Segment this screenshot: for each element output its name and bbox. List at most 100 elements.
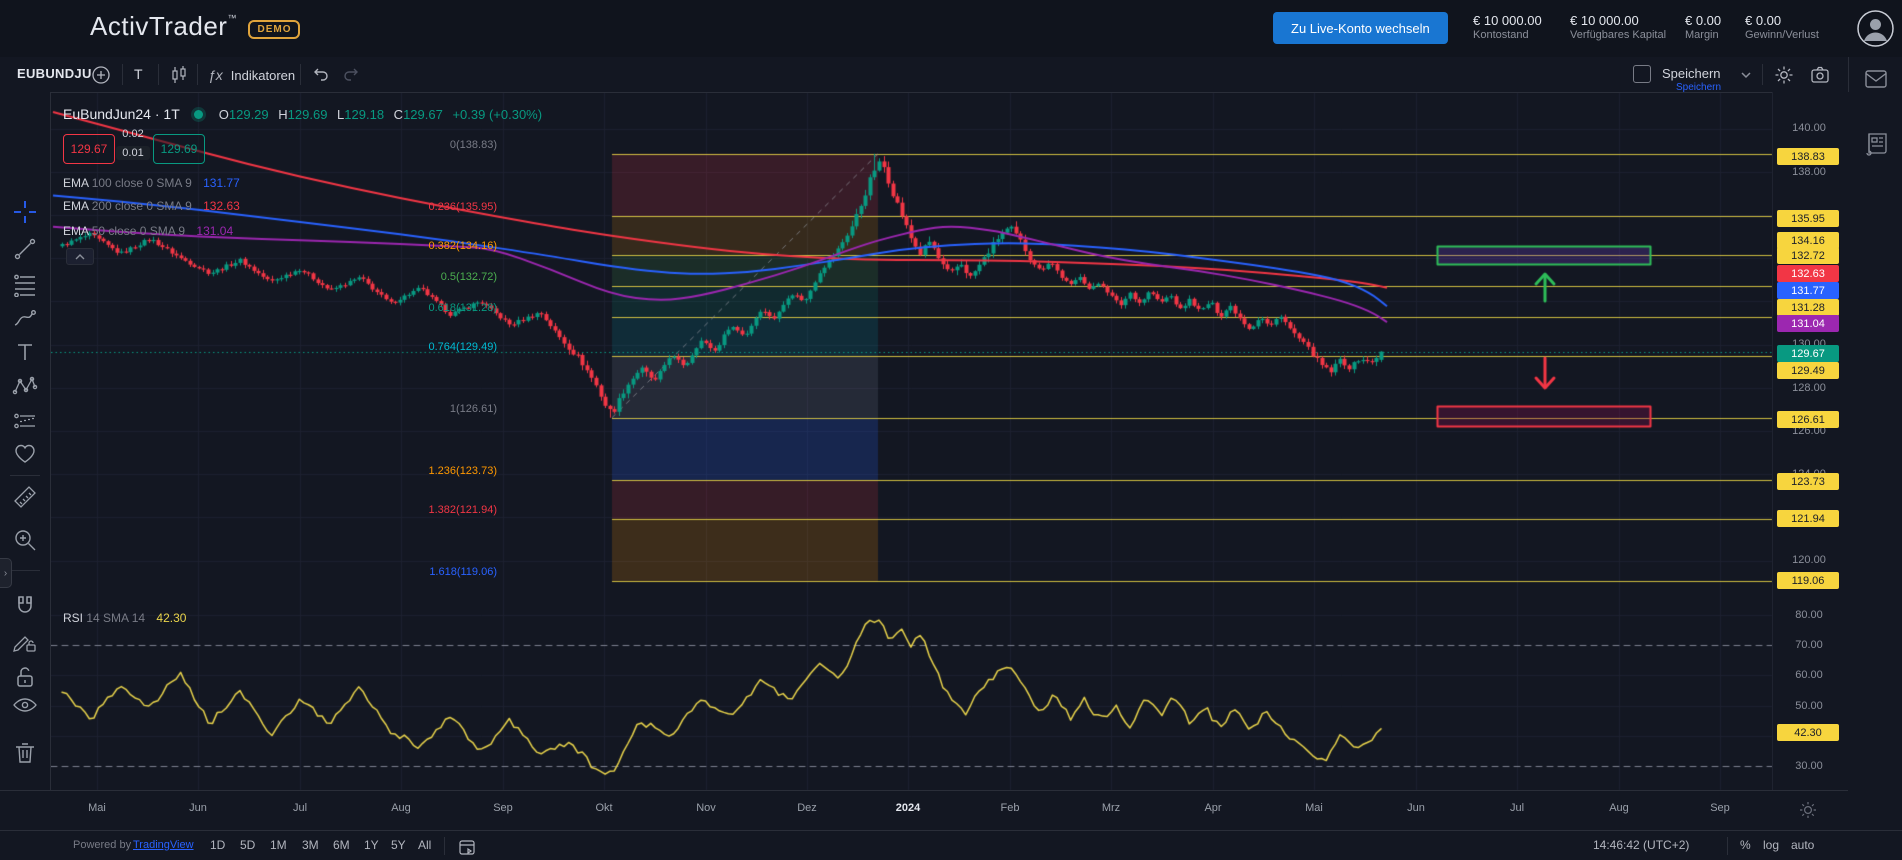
time-axis-label: Jul: [270, 802, 330, 814]
legend-collapse-button[interactable]: [66, 248, 94, 265]
stat-verfuegbares-kapital: € 10 000.00 Verfügbares Kapital: [1570, 13, 1666, 42]
drawing-tools-rail: ›: [0, 92, 51, 830]
range-1y[interactable]: 1Y: [364, 838, 379, 852]
clock-label: 14:46:42 (UTC+2): [1593, 838, 1689, 852]
indicator-name: EMA: [63, 199, 88, 213]
emoji-heart-icon[interactable]: [12, 441, 38, 467]
indicator-value: 42.30: [156, 611, 186, 625]
save-button[interactable]: Speichern: [1662, 66, 1721, 81]
axis-price-badge: 135.95: [1777, 210, 1839, 227]
ema-100-row[interactable]: EMA 100 close 0 SMA 9 131.77: [63, 176, 240, 190]
mail-icon[interactable]: [1862, 65, 1890, 93]
stat-value: € 10 000.00: [1570, 13, 1666, 28]
change-value: +0.39 (+0.30%): [452, 107, 542, 122]
indicator-value: 132.63: [203, 199, 240, 213]
right-sidebar: [1848, 57, 1902, 860]
goto-date-calendar-icon[interactable]: [456, 836, 478, 858]
symbol-button[interactable]: EUBUNDJU: [17, 66, 92, 81]
range-all[interactable]: All: [418, 838, 431, 852]
indicator-params: 200 close 0 SMA 9: [92, 199, 192, 213]
screenshot-camera-icon[interactable]: [1808, 63, 1832, 87]
stat-label: Verfügbares Kapital: [1570, 28, 1666, 42]
price-axis[interactable]: 140.00138.00130.00128.00126.00124.00120.…: [1772, 92, 1849, 830]
axis-price-label: 30.00: [1773, 760, 1845, 772]
time-axis-label: 2024: [878, 802, 938, 814]
indicators-button[interactable]: ƒx Indikatoren: [208, 64, 295, 86]
open-label: O: [219, 107, 229, 122]
range-1m[interactable]: 1M: [270, 838, 287, 852]
time-axis-label: Sep: [1690, 802, 1750, 814]
chevron-down-icon[interactable]: [1738, 67, 1754, 83]
symbol-title[interactable]: EuBundJun24 · 1T: [63, 106, 180, 122]
sell-button[interactable]: 129.67: [63, 134, 115, 164]
fib-level-label: 0.5(132.72): [441, 271, 497, 283]
time-axis-label: Aug: [1589, 802, 1649, 814]
close-value: 129.67: [403, 107, 443, 122]
time-axis-label: Feb: [980, 802, 1040, 814]
crosshair-icon[interactable]: [12, 199, 38, 225]
rail-expand-tab[interactable]: ›: [0, 558, 12, 588]
zoom-in-icon[interactable]: [12, 527, 38, 553]
axis-price-badge: 42.30: [1777, 724, 1839, 741]
compare-add-icon[interactable]: [90, 64, 112, 86]
news-icon[interactable]: [1860, 127, 1892, 159]
range-5d[interactable]: 5D: [240, 838, 255, 852]
axis-price-badge: 131.28: [1777, 299, 1839, 316]
buy-button[interactable]: 129.69: [153, 134, 205, 164]
forecast-icon[interactable]: [12, 408, 38, 434]
ohlc-values: O129.29 H129.69 L129.18 C129.67 +0.39 (+…: [219, 107, 542, 122]
stat-value: € 0.00: [1745, 13, 1819, 28]
axis-price-badge: 131.04: [1777, 315, 1839, 332]
axis-price-badge: 132.63: [1777, 265, 1839, 282]
unlock-icon[interactable]: [12, 664, 38, 690]
axis-price-badge: 129.49: [1777, 362, 1839, 379]
eye-icon[interactable]: [12, 692, 38, 718]
chart-style-candles-icon[interactable]: [168, 64, 190, 86]
high-value: 129.69: [288, 107, 328, 122]
axis-price-label: 50.00: [1773, 700, 1845, 712]
range-1d[interactable]: 1D: [210, 838, 225, 852]
axis-price-badge: 123.73: [1777, 473, 1839, 490]
indicator-value: 131.77: [203, 176, 240, 190]
brush-icon[interactable]: [12, 306, 38, 332]
log-scale-button[interactable]: log: [1763, 838, 1779, 852]
time-axis-label: Mai: [67, 802, 127, 814]
pattern-xabcd-icon[interactable]: [12, 374, 38, 400]
axis-price-label: 128.00: [1773, 382, 1845, 394]
ema-50-row[interactable]: EMA 50 close 0 SMA 9 131.04: [63, 224, 233, 238]
rsi-row[interactable]: RSI 14 SMA 14 42.30: [63, 611, 186, 625]
range-3m[interactable]: 3M: [302, 838, 319, 852]
interval-button[interactable]: T: [134, 66, 143, 82]
magnet-icon[interactable]: [12, 594, 38, 620]
activtrader-app: ActivTrader™DEMO Zu Live-Konto wechseln …: [0, 0, 1902, 860]
tradingview-link[interactable]: TradingView: [133, 839, 194, 851]
trendline-icon[interactable]: [12, 236, 38, 262]
time-axis-label: Aug: [371, 802, 431, 814]
price-chart-canvas[interactable]: [0, 0, 1902, 860]
time-axis-label: Mai: [1284, 802, 1344, 814]
text-tool-icon[interactable]: [12, 339, 38, 365]
ruler-icon[interactable]: [12, 484, 38, 510]
range-5y[interactable]: 5Y: [391, 838, 406, 852]
fib-retracement-icon[interactable]: [12, 271, 38, 297]
ema-200-row[interactable]: EMA 200 close 0 SMA 9 132.63: [63, 199, 240, 213]
redo-icon[interactable]: [340, 64, 362, 86]
undo-icon[interactable]: [310, 64, 332, 86]
stat-value: € 0.00: [1685, 13, 1721, 28]
percent-scale-button[interactable]: %: [1740, 838, 1751, 852]
time-axis-label: Dez: [777, 802, 837, 814]
time-axis[interactable]: MaiJunJulAugSepOktNovDez2024FebMrzAprMai…: [0, 790, 1848, 831]
stat-value: € 10 000.00: [1473, 13, 1542, 28]
drawing-lock-icon[interactable]: [12, 629, 38, 655]
chart-legend: EuBundJun24 · 1T O129.29 H129.69 L129.18…: [63, 105, 542, 123]
switch-live-account-button[interactable]: Zu Live-Konto wechseln: [1273, 12, 1448, 44]
trash-icon[interactable]: [12, 740, 38, 766]
powered-by-label: Powered by: [73, 839, 131, 851]
time-axis-label: Nov: [676, 802, 736, 814]
auto-scale-button[interactable]: auto: [1791, 838, 1814, 852]
layout-checkbox[interactable]: [1633, 65, 1651, 83]
settings-gear-icon[interactable]: [1772, 63, 1796, 87]
range-6m[interactable]: 6M: [333, 838, 350, 852]
avatar[interactable]: [1857, 10, 1894, 52]
timezone-sun-icon[interactable]: [1796, 798, 1820, 822]
